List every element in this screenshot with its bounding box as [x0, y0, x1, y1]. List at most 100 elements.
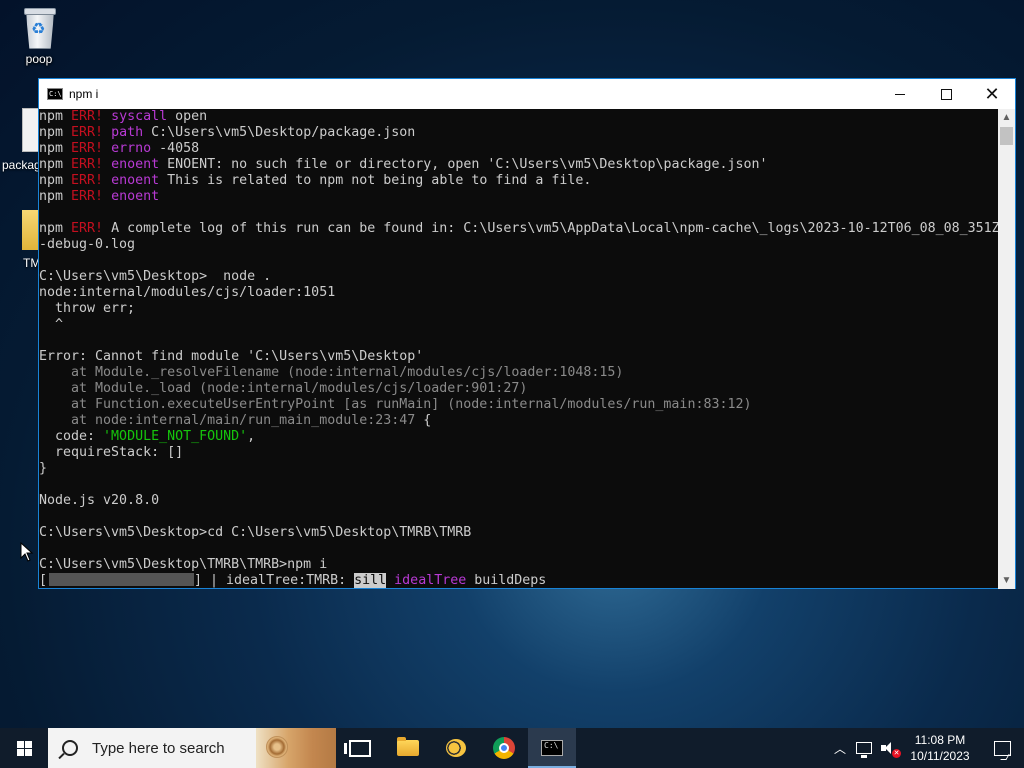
maximize-button[interactable]: [923, 79, 969, 109]
console-text: npm: [39, 189, 72, 204]
error-key: enoent: [111, 189, 160, 204]
console-text: buildDeps: [466, 573, 547, 588]
error-key: syscall: [111, 109, 168, 124]
windows-logo-icon: [16, 740, 32, 756]
taskbar-task-view[interactable]: [336, 728, 384, 768]
console-text: [: [39, 573, 48, 588]
taskbar-file-explorer[interactable]: [384, 728, 432, 768]
stack-frame: at Module._resolveFilename (node:interna…: [39, 365, 624, 380]
folder-icon: [397, 737, 419, 756]
error-key: enoent: [111, 173, 160, 188]
console-line: requireStack: []: [39, 445, 999, 461]
log-tag: idealTree: [394, 573, 467, 588]
taskbar-command-prompt[interactable]: C:\: [528, 728, 576, 768]
console-text: }: [39, 461, 48, 476]
minimize-icon: [895, 93, 905, 95]
console-text: C:\Users\vm5\Desktop> node .: [39, 269, 272, 284]
bee-icon: [446, 739, 466, 757]
console-text: open: [167, 109, 208, 124]
stack-frame: at Module._load (node:internal/modules/c…: [39, 381, 528, 396]
system-tray: ︿ ✕ 11:08 PM 10/11/2023: [828, 728, 1024, 768]
taskbar-bee-app[interactable]: [432, 728, 480, 768]
console-text: ] | idealTree:TMRB:: [194, 573, 355, 588]
taskbar-chrome[interactable]: [480, 728, 528, 768]
desktop-icon-label[interactable]: packag: [2, 158, 41, 172]
notification-icon: [993, 740, 1011, 756]
console-text: node:internal/modules/cjs/loader:1051: [39, 285, 336, 300]
clock-date: 10/11/2023: [910, 749, 970, 763]
clock[interactable]: 11:08 PM 10/11/2023: [900, 732, 980, 764]
error-key: path: [111, 125, 144, 140]
console-line: node:internal/modules/cjs/loader:1051: [39, 285, 999, 301]
error-tag: ERR!: [71, 157, 104, 172]
start-button[interactable]: [0, 728, 48, 768]
console-text: requireStack: []: [39, 445, 184, 460]
vertical-scrollbar[interactable]: ▲ ▼: [998, 109, 1015, 589]
minimize-button[interactable]: [877, 79, 923, 109]
console-text: -4058: [151, 141, 200, 156]
show-hidden-icons-button[interactable]: ︿: [828, 728, 852, 768]
error-tag: ERR!: [71, 189, 104, 204]
task-view-icon: [344, 739, 371, 757]
console-text: npm: [39, 173, 72, 188]
console-text: Node.js v20.8.0: [39, 493, 160, 508]
console-text: C:\Users\vm5\Desktop/package.json: [143, 125, 416, 140]
console-text: throw err;: [39, 301, 136, 316]
console-line: }: [39, 461, 999, 477]
console-window[interactable]: C:\ npm i ✕ npm ERR! syscall open npm ERR…: [38, 78, 1016, 589]
error-tag: ERR!: [71, 125, 104, 140]
console-line: npm ERR! enoent ENOENT: no such file or …: [39, 157, 999, 173]
console-text: This is related to npm not being able to…: [159, 173, 592, 188]
console-line: throw err;: [39, 301, 999, 317]
console-text: Error: Cannot find module 'C:\Users\vm5\…: [39, 349, 424, 364]
console-line: at Module._resolveFilename (node:interna…: [39, 365, 999, 381]
console-text: -debug-0.log: [39, 237, 136, 252]
console-icon: C:\: [47, 88, 63, 100]
console-text: ENOENT: no such file or directory, open …: [159, 157, 768, 172]
scroll-up-icon[interactable]: ▲: [998, 109, 1015, 126]
desktop-icon-recycle-bin[interactable]: ♻ poop: [14, 6, 64, 66]
console-line: -debug-0.log: [39, 237, 999, 253]
console-text: C:\Users\vm5\Desktop\TMRB\TMRB>npm i: [39, 557, 328, 572]
title-bar[interactable]: C:\ npm i ✕: [39, 79, 1015, 109]
volume-button[interactable]: ✕: [876, 728, 901, 768]
console-text: npm: [39, 157, 72, 172]
console-line: at Function.executeUserEntryPoint [as ru…: [39, 397, 999, 413]
network-icon: [856, 742, 872, 758]
maximize-icon: [940, 88, 952, 100]
scroll-thumb[interactable]: [1000, 127, 1013, 145]
error-tag: ERR!: [71, 141, 104, 156]
console-text: npm: [39, 221, 72, 236]
error-tag: ERR!: [71, 109, 104, 124]
close-icon: ✕: [984, 83, 1000, 105]
taskbar: Type here to search C:\ ︿ ✕ 11:08 PM 10/…: [0, 728, 1024, 768]
log-level: sill: [354, 573, 387, 588]
error-tag: ERR!: [71, 173, 104, 188]
console-text: npm: [39, 109, 72, 124]
npm-progress-line: [ ] | idealTree:TMRB: sill idealTree buil…: [39, 573, 999, 589]
close-button[interactable]: ✕: [969, 79, 1015, 109]
console-output[interactable]: npm ERR! syscall open npm ERR! path C:\Us…: [39, 109, 999, 589]
console-line: code: 'MODULE_NOT_FOUND',: [39, 429, 999, 445]
error-key: errno: [111, 141, 152, 156]
error-code: 'MODULE_NOT_FOUND': [103, 429, 248, 444]
console-line: C:\Users\vm5\Desktop>cd C:\Users\vm5\Des…: [39, 525, 999, 541]
scroll-down-icon[interactable]: ▼: [998, 572, 1015, 589]
console-text: ^: [39, 317, 64, 332]
notifications-button[interactable]: [980, 728, 1024, 768]
search-icon: [62, 740, 78, 756]
stack-frame: at Function.executeUserEntryPoint [as ru…: [39, 397, 752, 412]
console-line: npm ERR! enoent: [39, 189, 999, 205]
search-box[interactable]: Type here to search: [48, 728, 336, 768]
network-button[interactable]: [852, 728, 876, 768]
